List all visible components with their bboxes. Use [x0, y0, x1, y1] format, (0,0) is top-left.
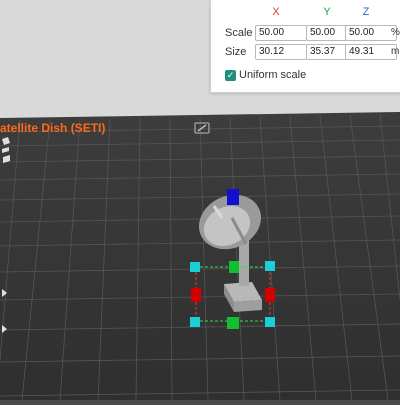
model-name-label: atellite Dish (SETI) [0, 121, 106, 135]
size-unit: mm [391, 46, 400, 57]
scale-panel: X Y Z Scale 50.00 50.00 50.00 % Size 30.… [210, 0, 400, 93]
uniform-scale-checkbox[interactable]: ✓ [225, 70, 236, 81]
corner-handle [190, 262, 200, 272]
axis-x-header: X [272, 6, 280, 18]
toolbar-icon-1[interactable] [2, 137, 10, 163]
left-toolbar [0, 135, 12, 400]
axis-z-header: Z [362, 6, 370, 18]
scale-handle-y [227, 317, 239, 329]
scale-handle-x [265, 288, 275, 302]
corner-handle [190, 317, 200, 327]
scale-handle-y [229, 261, 239, 273]
size-x-field[interactable]: 30.12 [255, 44, 307, 60]
scale-x-field[interactable]: 50.00 [255, 25, 307, 41]
axis-y-header: Y [323, 6, 331, 18]
scale-handle-z [227, 189, 239, 205]
uniform-scale-label: Uniform scale [239, 69, 307, 81]
scale-unit: % [391, 27, 400, 38]
corner-handle [265, 261, 275, 271]
scale-label: Scale [225, 27, 253, 39]
size-label: Size [225, 46, 247, 58]
corner-handle [265, 317, 275, 327]
edit-name-icon[interactable] [194, 122, 210, 134]
scale-handle-x [191, 288, 201, 302]
toolbar-icon-2[interactable] [2, 289, 7, 333]
size-z-field[interactable]: 49.31 [345, 44, 397, 60]
scale-z-field[interactable]: 50.00 [345, 25, 397, 41]
